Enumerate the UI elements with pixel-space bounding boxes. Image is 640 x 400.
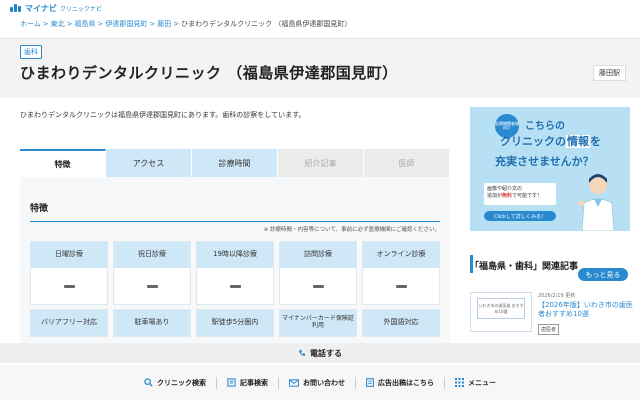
breadcrumb-home[interactable]: ホーム <box>20 19 41 29</box>
nav-label: メニュー <box>468 378 496 387</box>
feature-home-visit: 訪問診療 <box>279 241 357 305</box>
logo-subtext: クリニックナビ <box>59 5 102 13</box>
breadcrumb-current: ひまわりデンタルクリニック （福島県伊達郡国見町） <box>181 20 352 28</box>
clinic-info-banner[interactable]: 医療機関者様向け こちらの クリニックの情報を 充実させませんか？ 画像や紹介文… <box>470 107 630 231</box>
breadcrumb-separator: > <box>66 20 73 28</box>
unavailable-dash-icon <box>395 284 407 288</box>
tab-features[interactable]: 特徴 <box>20 149 106 177</box>
feature-label: 日曜診療 <box>31 242 107 268</box>
page-title: ひまわりデンタルクリニック （福島県伊達郡国見町） <box>20 64 398 82</box>
nav-label: クリニック検索 <box>157 378 206 387</box>
clinic-description: ひまわりデンタルクリニックは福島県伊達郡国見町にあります。歯科の診察をしています… <box>20 111 306 119</box>
call-button[interactable]: 電話する <box>0 343 640 363</box>
feature-label: バリアフリー対応 <box>31 310 107 336</box>
clinic-header: 歯科 ひまわりデンタルクリニック （福島県伊達郡国見町） 藤田駅 <box>0 38 640 98</box>
nav-advertise[interactable]: 広告出稿はこちら <box>356 376 445 389</box>
breadcrumb-separator: > <box>173 20 180 28</box>
nav-label: 記事検索 <box>240 378 268 387</box>
unavailable-dash-icon <box>63 284 75 288</box>
breadcrumb-separator: > <box>97 20 104 28</box>
section-divider <box>30 221 440 222</box>
feature-label: マイナンバーカード保険証利用 <box>280 310 356 336</box>
article-link[interactable]: 【2026年版】いわき市の歯医者おすすめ10選 <box>538 301 633 319</box>
tab-access[interactable]: アクセス <box>106 149 192 177</box>
feature-label: 訪問診療 <box>280 242 356 268</box>
feature-holiday: 祝日診療 <box>113 241 191 305</box>
nav-contact[interactable]: お問い合わせ <box>279 376 356 389</box>
feature-label: オンライン診療 <box>363 242 439 268</box>
related-articles-title: 「福島県・歯科」関連記事 <box>470 262 579 272</box>
nav-label: お問い合わせ <box>303 378 345 387</box>
mail-icon <box>289 378 299 387</box>
tab-articles: 紹介記事 <box>278 149 364 177</box>
staff-illustration-icon <box>578 174 615 231</box>
feature-my-number: マイナンバーカード保険証利用 <box>279 309 357 337</box>
features-note: ※ 診療時間・内容等について、事前に必ず医療機関にご確認ください。 <box>263 227 440 233</box>
feature-label: 19時以降診療 <box>197 242 273 268</box>
tab-hours[interactable]: 診療時間 <box>192 149 278 177</box>
breadcrumb: ホーム > 東北 > 福島県 > 伊達郡国見町 > 藤田 > ひまわりデンタルクリニック … <box>0 16 640 32</box>
features-title: 特徴 <box>30 204 49 214</box>
features-panel: 特徴 ※ 診療時間・内容等について、事前に必ず医療機関にご確認ください。 日曜診… <box>20 177 450 347</box>
tab-doctors: 医師 <box>364 149 450 177</box>
station-badge[interactable]: 藤田駅 <box>593 65 626 81</box>
feature-sunday: 日曜診療 <box>30 241 108 305</box>
site-logo[interactable]: マイナビ クリニックナビ <box>10 3 102 14</box>
article-category-badge: 歯医者 <box>538 324 560 335</box>
feature-label: 外国語対応 <box>363 310 439 336</box>
bottom-navigation: クリニック検索 記事検索 お問い合わせ 広告出稿はこちら メニュー <box>0 365 640 400</box>
category-badge: 歯科 <box>20 45 42 59</box>
breadcrumb-separator: > <box>149 20 156 28</box>
breadcrumb-city[interactable]: 伊達郡国見町 <box>105 19 147 29</box>
search-icon <box>144 378 153 387</box>
feature-station-walk: 駅徒歩5分圏内 <box>196 309 274 337</box>
feature-barrier-free: バリアフリー対応 <box>30 309 108 337</box>
document-icon <box>366 378 374 387</box>
book-icon <box>227 378 236 387</box>
unavailable-dash-icon <box>312 284 324 288</box>
breadcrumb-region[interactable]: 東北 <box>51 19 65 29</box>
article-date: 2026/2/19 更新 <box>538 293 576 299</box>
article-thumb-text: いわき市の歯医者 おすすめ10選 <box>477 298 525 319</box>
clinic-tabs: 特徴 アクセス 診療時間 紹介記事 医師 <box>20 149 450 177</box>
feature-label: 駅徒歩5分圏内 <box>197 310 273 336</box>
nav-menu[interactable]: メニュー <box>445 377 506 389</box>
breadcrumb-prefecture[interactable]: 福島県 <box>75 19 96 29</box>
banner-cta-button[interactable]: Clickして詳しくみる！ <box>484 211 556 221</box>
unavailable-dash-icon <box>229 284 241 288</box>
feature-label: 駐車場あり <box>114 310 190 336</box>
nav-article-search[interactable]: 記事検索 <box>217 376 279 389</box>
nav-label: 広告出稿はこちら <box>378 378 434 387</box>
breadcrumb-separator: > <box>42 20 49 28</box>
feature-evening: 19時以降診療 <box>196 241 274 305</box>
breadcrumb-area[interactable]: 藤田 <box>157 19 171 29</box>
feature-parking: 駐車場あり <box>113 309 191 337</box>
logo-mark-icon <box>10 4 22 12</box>
banner-info-box: 画像や紹介文の 追加が無料で可能です！ <box>484 183 556 205</box>
call-label: 電話する <box>310 348 342 358</box>
top-bar: マイナビ クリニックナビ <box>0 0 640 16</box>
feature-foreign-language: 外国語対応 <box>362 309 440 337</box>
logo-text: マイナビ <box>25 3 57 13</box>
banner-line-3: 充実させませんか？ <box>495 155 594 168</box>
phone-icon <box>299 349 306 356</box>
feature-label: 祝日診療 <box>114 242 190 268</box>
grid-icon <box>455 378 464 387</box>
article-thumbnail[interactable]: いわき市の歯医者 おすすめ10選 <box>470 292 532 332</box>
feature-online: オンライン診療 <box>362 241 440 305</box>
banner-line-2: クリニックの情報を <box>500 135 601 148</box>
more-articles-button[interactable]: もっと見る <box>578 268 628 281</box>
nav-clinic-search[interactable]: クリニック検索 <box>134 376 217 389</box>
banner-line-1: こちらの <box>525 121 565 132</box>
unavailable-dash-icon <box>146 284 158 288</box>
